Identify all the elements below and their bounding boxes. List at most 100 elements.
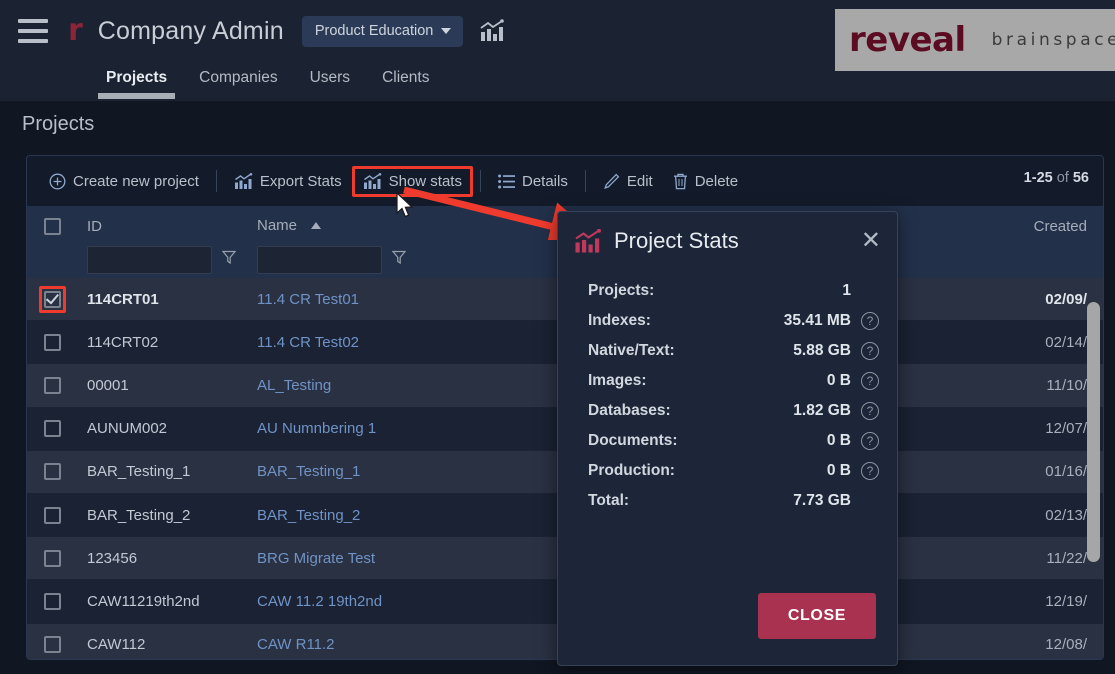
pagination-range: 1-25 bbox=[1023, 170, 1053, 186]
filter-cell-name bbox=[247, 246, 557, 274]
row-select-cell bbox=[27, 592, 77, 610]
delete-button[interactable]: Delete bbox=[663, 167, 748, 196]
close-button[interactable]: CLOSE bbox=[757, 593, 876, 639]
cell-id: 123456 bbox=[87, 549, 138, 567]
help-icon[interactable]: ? bbox=[861, 432, 879, 450]
app-root: r Company Admin Product Education Projec… bbox=[0, 0, 1115, 674]
pagination-of: of bbox=[1052, 170, 1073, 186]
cell-name-link[interactable]: BAR_Testing_1 bbox=[247, 463, 557, 480]
cell-name-link[interactable]: BAR_Testing_2 bbox=[247, 507, 557, 524]
cell-id: BAR_Testing_2 bbox=[87, 506, 191, 524]
show-stats-label: Show stats bbox=[388, 172, 462, 190]
stat-row: Documents: 0 B? bbox=[588, 426, 879, 456]
stat-label: Native/Text: bbox=[588, 342, 675, 359]
help-icon[interactable]: ? bbox=[861, 372, 879, 390]
row-select-cell bbox=[27, 463, 77, 481]
row-checkbox[interactable] bbox=[43, 636, 61, 654]
stat-label: Production: bbox=[588, 462, 675, 479]
stat-row: Projects: 1 bbox=[588, 276, 879, 306]
bar-chart-icon bbox=[574, 228, 602, 254]
tab-projects[interactable]: Projects bbox=[90, 62, 183, 99]
column-header-name[interactable]: Name bbox=[247, 217, 557, 235]
cell-name-link[interactable]: BRG Migrate Test bbox=[247, 550, 557, 567]
cell-name-link[interactable]: CAW 11.2 19th2nd bbox=[247, 593, 557, 610]
top-navigation-bar: r Company Admin Product Education Projec… bbox=[0, 0, 1115, 101]
toolbar-divider bbox=[215, 170, 217, 192]
cell-name-link[interactable]: 11.4 CR Test01 bbox=[247, 291, 557, 308]
row-select-cell bbox=[27, 420, 77, 438]
stat-value: 0 B bbox=[826, 432, 851, 449]
row-select-cell bbox=[27, 549, 77, 567]
stat-value: 7.73 GB bbox=[793, 492, 851, 509]
row-checkbox[interactable] bbox=[43, 592, 61, 610]
funnel-icon[interactable] bbox=[391, 250, 407, 270]
close-icon[interactable]: ✕ bbox=[861, 228, 881, 252]
vertical-scrollbar[interactable] bbox=[1087, 302, 1100, 562]
edit-label: Edit bbox=[626, 172, 653, 190]
stat-spacer bbox=[861, 492, 879, 510]
cell-id: 00001 bbox=[87, 376, 129, 394]
funnel-icon[interactable] bbox=[221, 250, 237, 270]
create-new-project-button[interactable]: Create new project bbox=[39, 167, 209, 196]
cell-name-link[interactable]: 11.4 CR Test02 bbox=[247, 334, 557, 351]
bar-chart-icon bbox=[363, 172, 382, 190]
reveal-r-logo-icon: r bbox=[68, 13, 83, 48]
cell-name-link[interactable]: AL_Testing bbox=[247, 377, 557, 394]
stat-row: Indexes: 35.41 MB? bbox=[588, 306, 879, 336]
help-icon[interactable]: ? bbox=[861, 312, 879, 330]
cell-name-link[interactable]: CAW R11.2 bbox=[247, 636, 557, 653]
bar-chart-icon[interactable] bbox=[479, 19, 505, 43]
filter-input-id[interactable] bbox=[87, 246, 212, 274]
bar-chart-icon bbox=[234, 172, 253, 190]
select-all-cell bbox=[27, 217, 77, 235]
product-select-dropdown[interactable]: Product Education bbox=[301, 15, 464, 47]
tab-companies[interactable]: Companies bbox=[183, 62, 293, 96]
pencil-icon bbox=[603, 173, 620, 190]
export-stats-button[interactable]: Export Stats bbox=[224, 167, 352, 196]
pagination-status: 1-25 of 56 bbox=[1024, 170, 1089, 186]
stat-label: Documents: bbox=[588, 432, 678, 449]
tab-clients[interactable]: Clients bbox=[366, 62, 445, 96]
details-label: Details bbox=[521, 172, 568, 190]
row-checkbox[interactable] bbox=[43, 420, 61, 438]
stat-row: Native/Text: 5.88 GB? bbox=[588, 336, 879, 366]
stat-value: 35.41 MB bbox=[783, 312, 851, 329]
stats-list: Projects: 1 Indexes: 35.41 MB? Native/Text: 5… bbox=[558, 276, 897, 516]
app-title: Company Admin bbox=[97, 16, 284, 45]
edit-button[interactable]: Edit bbox=[593, 167, 663, 196]
stat-label: Total: bbox=[588, 492, 630, 509]
toolbar: Create new project Export Stats Show sta… bbox=[27, 156, 1103, 206]
product-select-label: Product Education bbox=[314, 22, 434, 39]
brand-logo: reveal brainspace bbox=[835, 9, 1115, 71]
row-checkbox[interactable] bbox=[43, 506, 61, 524]
tab-users-label: Users bbox=[309, 69, 351, 86]
row-select-cell bbox=[27, 333, 77, 351]
stat-row: Production: 0 B? bbox=[588, 456, 879, 486]
delete-label: Delete bbox=[694, 172, 739, 190]
stat-value: 0 B bbox=[826, 372, 851, 389]
show-stats-button[interactable]: Show stats bbox=[351, 165, 473, 197]
stat-label: Projects: bbox=[588, 282, 655, 299]
tab-companies-label: Companies bbox=[199, 69, 278, 86]
row-checkbox[interactable] bbox=[43, 333, 61, 351]
row-checkbox[interactable] bbox=[43, 376, 61, 394]
select-all-checkbox[interactable] bbox=[43, 217, 61, 235]
row-checkbox[interactable] bbox=[43, 463, 61, 481]
cell-name-link[interactable]: AU Numnbering 1 bbox=[247, 420, 557, 437]
row-checkbox[interactable] bbox=[43, 549, 61, 567]
tab-projects-label: Projects bbox=[106, 69, 168, 86]
cell-id: BAR_Testing_1 bbox=[87, 463, 191, 481]
filter-input-name[interactable] bbox=[257, 246, 382, 274]
hamburger-icon[interactable] bbox=[18, 19, 48, 43]
column-header-id[interactable]: ID bbox=[77, 218, 247, 235]
row-checkbox[interactable] bbox=[43, 290, 61, 308]
cell-id: CAW112 bbox=[87, 636, 146, 654]
tab-users[interactable]: Users bbox=[294, 62, 366, 96]
stat-value: 0 B bbox=[826, 462, 851, 479]
help-icon[interactable]: ? bbox=[861, 342, 879, 360]
details-button[interactable]: Details bbox=[488, 167, 578, 196]
plus-circle-icon bbox=[49, 173, 66, 190]
filter-cell-id bbox=[77, 246, 247, 274]
help-icon[interactable]: ? bbox=[861, 462, 879, 480]
help-icon[interactable]: ? bbox=[861, 402, 879, 420]
